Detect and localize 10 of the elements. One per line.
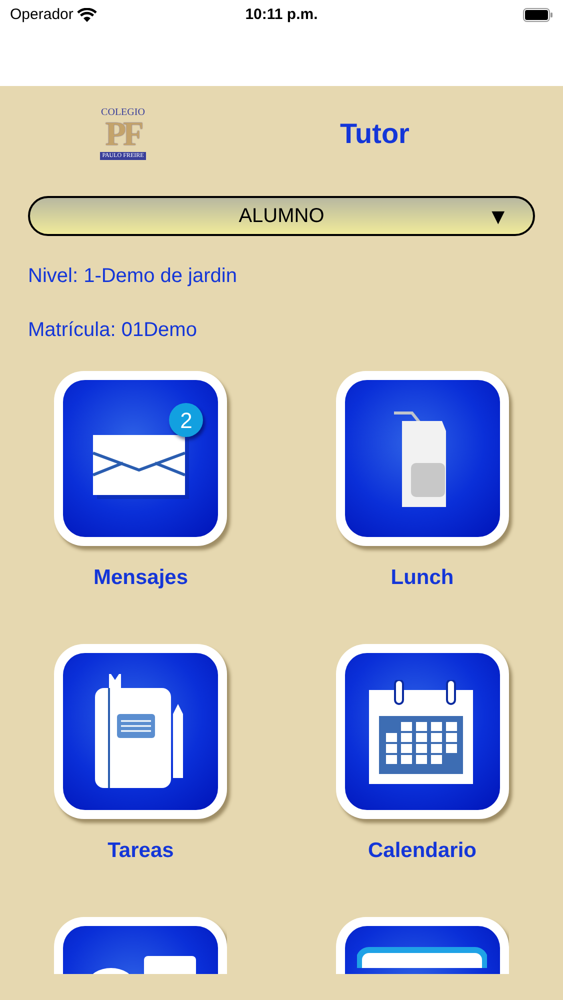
tile-label: Tareas: [108, 838, 174, 864]
tile-label: Lunch: [390, 565, 454, 591]
role-dropdown[interactable]: ALUMNO ▼: [28, 196, 535, 236]
carrier-name: Operador: [10, 4, 74, 25]
page-title: Tutor: [340, 117, 410, 151]
tile-label: Calendario: [368, 838, 477, 864]
info-text: Nivel: 1-Demo de jardin: [28, 264, 238, 288]
tile-label: Mensajes: [93, 565, 188, 591]
clock-time: 10:11 p.m.: [245, 4, 318, 25]
info-text: Matrícula: 01Demo: [28, 318, 198, 342]
